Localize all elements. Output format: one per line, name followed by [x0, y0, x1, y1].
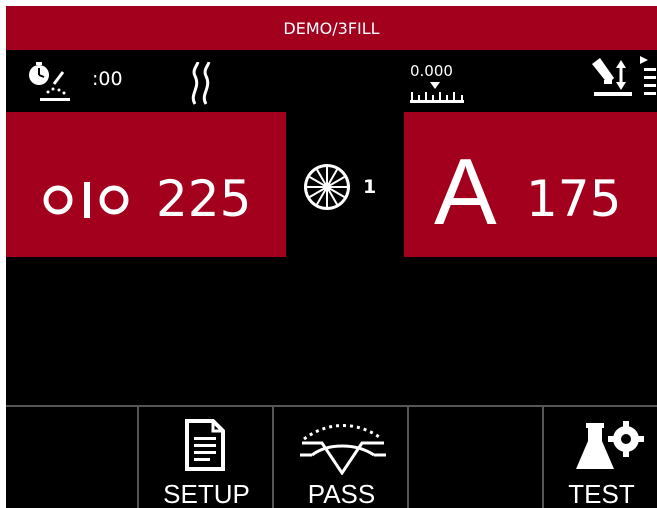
- amperage-symbol: A: [434, 139, 497, 244]
- arc-control-wheel-icon[interactable]: [301, 161, 353, 213]
- wire-feed-settings-icon[interactable]: [590, 56, 656, 104]
- soft-button-1[interactable]: [6, 407, 139, 508]
- arc-timer-icon: [26, 62, 74, 104]
- pass-button-label: PASS: [307, 479, 376, 508]
- offset-scale-icon: [410, 82, 464, 104]
- preflow-gas-icon: [189, 61, 215, 106]
- setup-button-label: SETUP: [163, 479, 250, 508]
- test-button-label: TEST: [568, 479, 635, 508]
- weld-pass-icon: [298, 417, 388, 476]
- arc-timer-value: :00: [92, 68, 123, 90]
- amperage-panel[interactable]: A 175: [404, 112, 657, 257]
- setup-button[interactable]: SETUP: [141, 407, 274, 508]
- test-button[interactable]: TEST: [546, 407, 657, 508]
- offset-value: 0.000: [410, 62, 453, 80]
- amperage-value: 175: [526, 170, 622, 228]
- flask-gear-icon: [574, 419, 646, 479]
- welder-screen: DEMO/3FILL :00 0.000 225 1 A 175 SETUP P…: [6, 6, 657, 508]
- title-bar: DEMO/3FILL: [6, 6, 657, 50]
- soft-button-bar: SETUP PASS TEST: [6, 405, 657, 508]
- arc-control-value: 1: [363, 176, 377, 198]
- wire-feed-speed-panel[interactable]: 225: [6, 112, 286, 257]
- soft-button-4[interactable]: [411, 407, 544, 508]
- document-icon: [185, 419, 225, 471]
- pass-button[interactable]: PASS: [276, 407, 409, 508]
- page-title: DEMO/3FILL: [283, 18, 380, 38]
- wire-feed-speed-value: 225: [156, 170, 252, 228]
- wire-feed-speed-icon: [42, 182, 132, 218]
